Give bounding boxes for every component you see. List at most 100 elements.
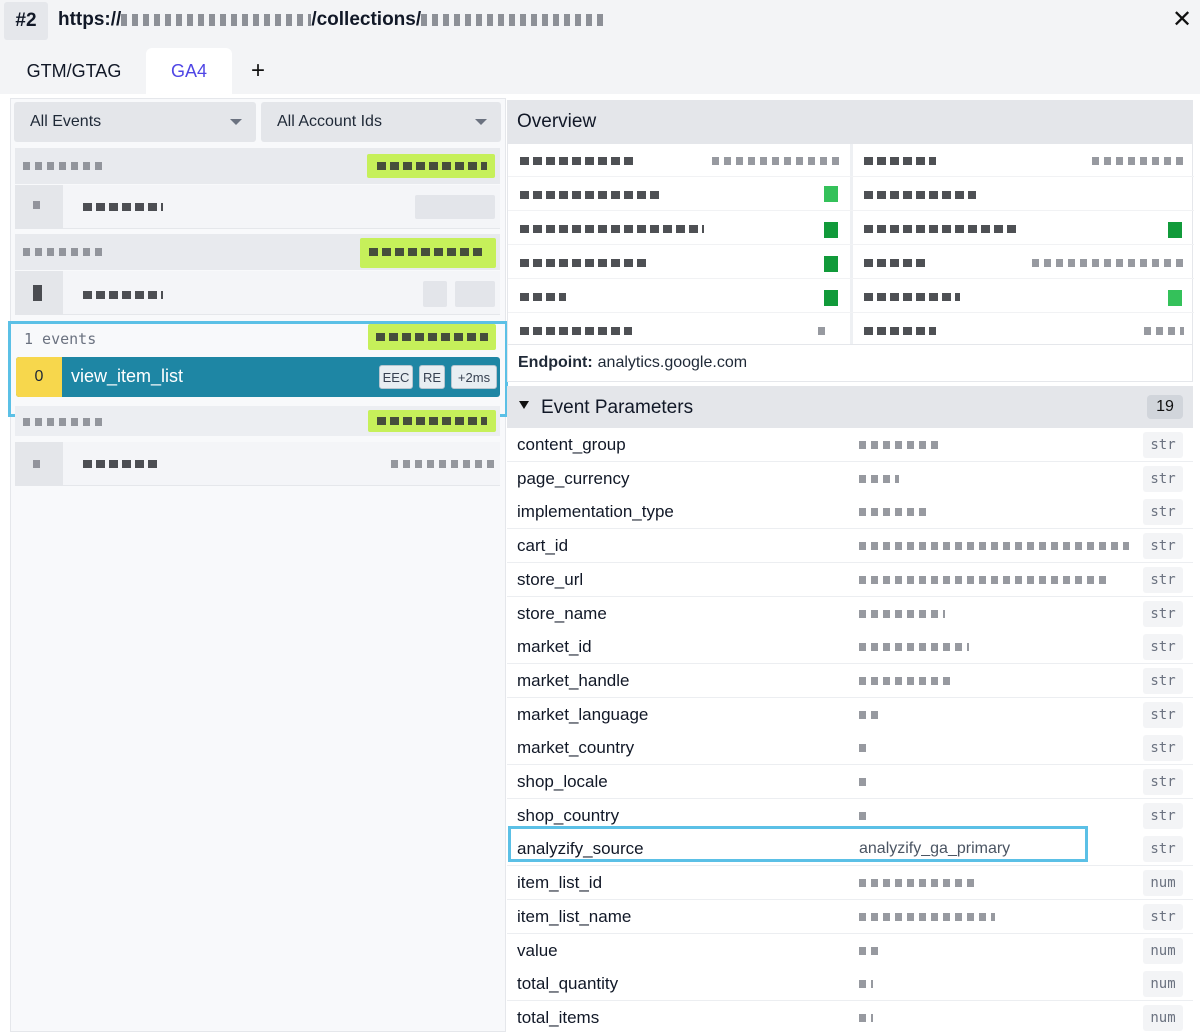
redacted-value [859, 542, 1129, 551]
redacted-value [859, 946, 883, 955]
status-indicator [824, 256, 838, 272]
account-filter-select[interactable]: All Account Ids [261, 102, 501, 142]
event-parameters-title: Event Parameters [541, 397, 694, 418]
account-filter-value: All Account Ids [277, 113, 382, 130]
parameter-key: content_group [517, 435, 626, 454]
parameter-type-badge: num [1143, 971, 1183, 998]
redacted-value [859, 710, 883, 719]
main-content: All Events All Account Ids 1 events 0 vi… [0, 94, 1200, 1032]
timing-badge: +2ms [451, 365, 497, 389]
redacted-text [520, 327, 632, 335]
add-tab-icon[interactable]: + [244, 48, 272, 94]
redacted-value [859, 474, 899, 483]
caret-down-icon [519, 401, 529, 409]
redacted-text [33, 460, 43, 468]
parameter-key: page_currency [517, 468, 630, 488]
redacted-text [520, 157, 634, 165]
event-row[interactable] [15, 442, 500, 486]
event-group-header[interactable] [15, 406, 500, 436]
redacted-text [864, 259, 928, 267]
overview-header: Overview [507, 100, 1193, 144]
event-parameters-header[interactable]: Event Parameters 19 [507, 386, 1193, 428]
eec-badge: EEC [379, 365, 413, 389]
parameter-key: implementation_type [517, 502, 674, 522]
redacted-text [520, 259, 648, 267]
endpoint-row: Endpoint: analytics.google.com [507, 344, 1193, 382]
overview-row [508, 314, 1194, 347]
redacted-text [33, 285, 43, 301]
redacted-value [859, 508, 931, 517]
parameter-key: market_id [517, 637, 592, 657]
redacted-text [369, 248, 485, 256]
event-name: view_item_list [71, 366, 184, 386]
event-group-header[interactable] [15, 234, 500, 270]
close-icon[interactable]: ✕ [1172, 8, 1192, 32]
parameter-key: item_list_id [517, 873, 603, 893]
redacted-text [1092, 157, 1184, 165]
redacted-value [859, 744, 867, 753]
parameter-row: item_list_name str [507, 899, 1193, 934]
badge [455, 281, 495, 307]
parameter-key: market_country [517, 738, 635, 758]
parameter-row: item_list_id num [507, 866, 1193, 901]
parameter-key: shop_country [517, 805, 620, 825]
parameter-row: market_handle str [507, 663, 1193, 698]
redacted-text [520, 293, 566, 301]
redacted-value [859, 912, 995, 921]
parameter-row: store_name str [507, 596, 1193, 631]
tab-ga4[interactable]: GA4 [146, 48, 232, 94]
event-row[interactable] [15, 271, 500, 315]
timing-badge [415, 195, 495, 219]
event-index: 0 [16, 357, 62, 397]
parameter-type-badge: str [1143, 903, 1183, 930]
parameter-key: shop_locale [517, 772, 608, 791]
parameter-type-badge: str [1143, 634, 1183, 661]
parameter-row: analyzify_source analyzify_ga_primary str [507, 832, 1193, 867]
events-filter-value: All Events [30, 113, 102, 130]
url-prefix: https:// [58, 9, 122, 30]
parameter-key: store_name [517, 603, 607, 623]
parameter-row: store_url str [507, 562, 1193, 597]
tab-gtm-gtag[interactable]: GTM/GTAG [12, 48, 136, 94]
redacted-value [859, 980, 873, 989]
parameter-key: value [517, 940, 558, 960]
redacted-value [859, 643, 969, 652]
redacted-value [859, 778, 869, 786]
parameter-row: shop_country str [507, 798, 1193, 833]
overview-row [508, 280, 1194, 313]
parameter-key: total_quantity [517, 974, 619, 994]
parameter-row: cart_id str [507, 529, 1193, 564]
selected-event-row[interactable]: 0 view_item_list EEC RE +2ms [16, 357, 500, 397]
parameter-type-badge: str [1143, 465, 1183, 492]
parameter-key: store_url [517, 569, 584, 589]
parameter-type-badge: num [1143, 937, 1183, 964]
tab-number: #2 [4, 2, 48, 40]
overview-row [508, 144, 1194, 177]
parameter-key: market_language [517, 704, 649, 724]
parameter-row: market_id str [507, 630, 1193, 665]
parameter-type-badge: str [1143, 735, 1183, 762]
parameter-key: cart_id [517, 536, 569, 556]
redacted-text [23, 162, 105, 170]
event-row[interactable] [15, 185, 500, 229]
redacted-text [33, 201, 45, 209]
redacted-text [712, 157, 840, 165]
overview-row [508, 246, 1194, 279]
parameter-row: shop_locale str [507, 765, 1193, 799]
redacted-text [520, 191, 660, 199]
redacted-text [864, 327, 936, 335]
parameter-type-badge: str [1143, 769, 1183, 795]
event-group-header[interactable] [15, 148, 500, 184]
parameter-key: total_items [517, 1007, 600, 1027]
redacted-text [1032, 259, 1184, 267]
redacted-text [376, 333, 488, 341]
endpoint-label: Endpoint: [518, 354, 593, 371]
redacted-text [23, 248, 105, 256]
parameter-type-badge: str [1143, 432, 1183, 458]
events-count: 1 events [24, 330, 97, 348]
redacted-text [864, 225, 1016, 233]
redacted-value [859, 676, 955, 685]
events-filter-select[interactable]: All Events [14, 102, 256, 142]
chevron-down-icon [475, 119, 487, 125]
status-indicator [824, 222, 838, 238]
